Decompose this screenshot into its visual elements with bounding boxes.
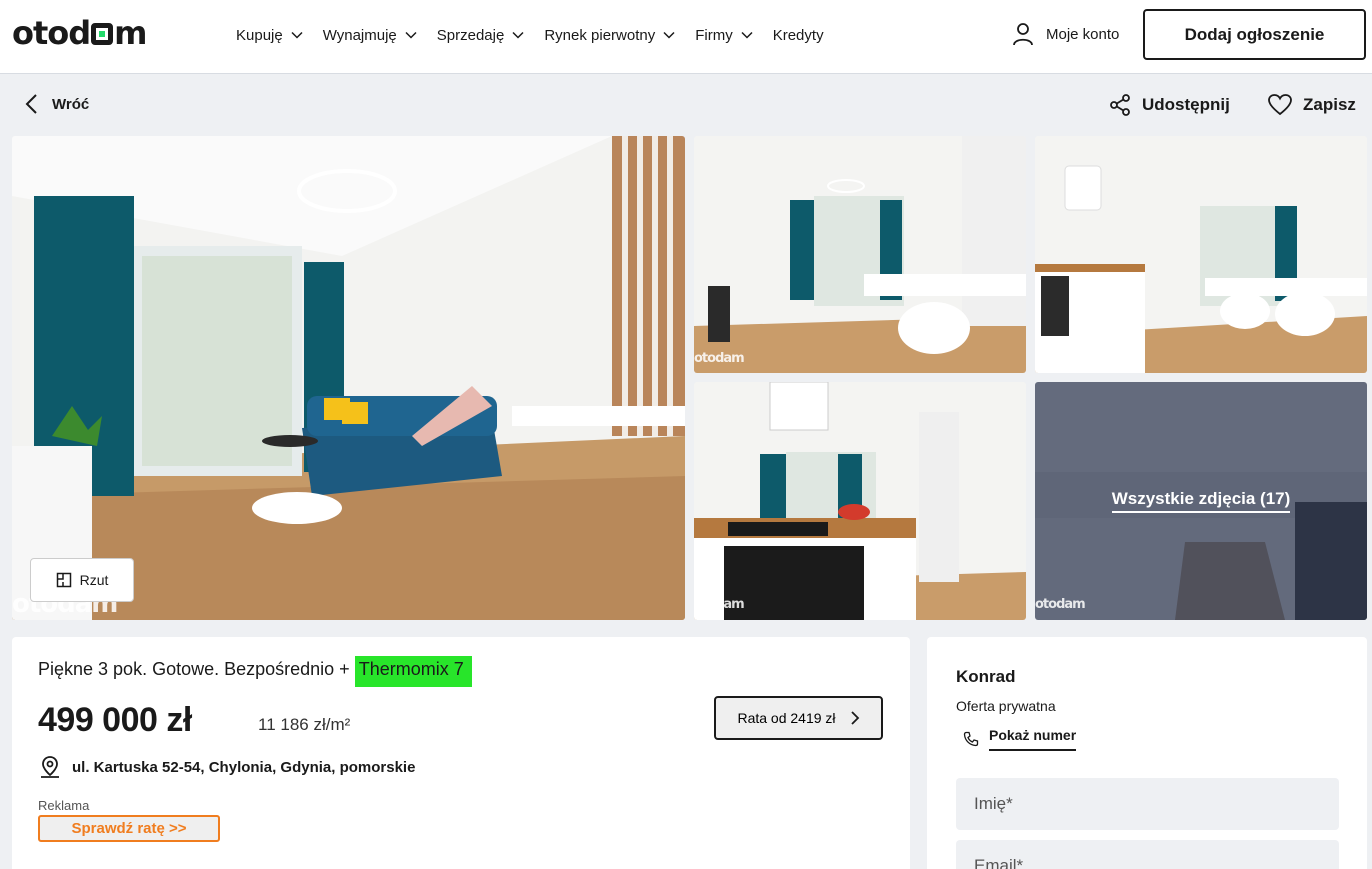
map-pin-icon (41, 756, 59, 778)
floorplan-button[interactable]: Rzut (30, 558, 134, 602)
nav-item-sell[interactable]: Sprzedaję (437, 27, 525, 44)
thumbnail-photo[interactable]: otodam (694, 136, 1026, 373)
floorplan-icon (56, 572, 71, 588)
dining-area-image (694, 136, 1026, 373)
logo-mark-icon (91, 23, 114, 45)
all-photos-overlay[interactable]: Wszystkie zdjęcia (17) (1035, 382, 1367, 620)
add-listing-button[interactable]: Dodaj ogłoszenie (1143, 9, 1366, 60)
email-field[interactable] (956, 840, 1339, 869)
chevron-right-icon (850, 711, 859, 725)
nav-item-loans[interactable]: Kredyty (773, 27, 824, 44)
user-icon (1013, 23, 1033, 46)
nav-item-label: Kupuję (236, 26, 283, 44)
all-photos-tile[interactable]: Wszystkie zdjęcia (17) otodam (1035, 382, 1367, 620)
my-account-link[interactable]: Moje konto (1012, 22, 1119, 46)
show-number-button[interactable]: Pokaż numer (963, 727, 1077, 751)
listing-summary-card: Piękne 3 pok. Gotowe. Bezpośrednio + The… (12, 637, 910, 869)
main-photo[interactable]: otodam (12, 136, 685, 620)
nav-item-label: Wynajmuję (322, 26, 397, 44)
back-label: Wróć (52, 95, 90, 113)
phone-icon (963, 731, 979, 747)
nav-item-companies[interactable]: Firmy (695, 27, 753, 44)
advertiser-name: Konrad (956, 667, 1016, 686)
price-per-m2: 11 186 zł/m² (258, 715, 351, 734)
offer-type: Oferta prywatna (956, 698, 1056, 714)
chevron-down-icon (741, 31, 753, 39)
listing-title: Piękne 3 pok. Gotowe. Bezpośrednio + The… (38, 656, 472, 687)
save-button[interactable]: Zapisz (1267, 93, 1356, 117)
main-nav: Kupuję Wynajmuję Sprzedaję Rynek pierwot… (236, 0, 824, 70)
listing-title-text: Piękne 3 pok. Gotowe. Bezpośrednio + (38, 659, 355, 679)
address-text: ul. Kartuska 52-54, Chylonia, Gdynia, po… (72, 758, 416, 776)
show-number-label: Pokaż numer (989, 727, 1077, 751)
heart-icon (1268, 94, 1292, 116)
thumbnail-photo[interactable]: otodam (694, 382, 1026, 620)
floorplan-label: Rzut (79, 572, 109, 588)
nav-item-label: Kredyty (772, 26, 824, 44)
chevron-down-icon (663, 31, 675, 39)
top-header: otod m Kupuję Wynajmuję Sprzedaję Rynek p… (0, 0, 1372, 74)
address-link[interactable]: ul. Kartuska 52-54, Chylonia, Gdynia, po… (38, 755, 415, 779)
watermark: otodam (1035, 351, 1086, 366)
price: 499 000 zł (38, 701, 192, 739)
all-photos-label: Wszystkie zdjęcia (17) (1111, 489, 1291, 513)
nav-item-primary-market[interactable]: Rynek pierwotny (544, 27, 675, 44)
name-field[interactable] (956, 778, 1339, 830)
kitchen-image (694, 382, 1026, 620)
check-rate-ad-button[interactable]: Sprawdź ratę >> (38, 815, 220, 842)
nav-item-rent[interactable]: Wynajmuję (323, 27, 417, 44)
nav-item-label: Firmy (695, 26, 733, 44)
share-label: Udostępnij (1142, 95, 1230, 114)
installment-button[interactable]: Rata od 2419 zł (714, 696, 883, 740)
otodom-logo[interactable]: otod m (12, 14, 148, 52)
watermark: otodam (694, 597, 745, 612)
nav-item-buy[interactable]: Kupuję (236, 27, 303, 44)
my-account-label: Moje konto (1046, 25, 1120, 43)
kitchen-dining-image (1035, 136, 1367, 373)
living-room-image (12, 136, 685, 620)
share-icon (1110, 94, 1130, 116)
chevron-down-icon (512, 31, 524, 39)
chevron-left-icon (25, 94, 37, 114)
chevron-down-icon (291, 31, 303, 39)
share-button[interactable]: Udostępnij (1108, 93, 1230, 117)
installment-label: Rata od 2419 zł (737, 710, 836, 726)
save-label: Zapisz (1303, 95, 1356, 114)
watermark: otodam (694, 351, 745, 366)
contact-card: Konrad Oferta prywatna Pokaż numer (927, 637, 1367, 869)
listing-title-highlight: Thermomix 7 (354, 656, 472, 687)
nav-item-label: Sprzedaję (436, 26, 505, 44)
back-link[interactable]: Wróć (24, 93, 89, 115)
chevron-down-icon (405, 31, 417, 39)
watermark: otodam (1035, 597, 1086, 612)
nav-item-label: Rynek pierwotny (544, 26, 656, 44)
thumbnail-photo[interactable]: otodam (1035, 136, 1367, 373)
ad-label: Reklama (38, 798, 90, 813)
